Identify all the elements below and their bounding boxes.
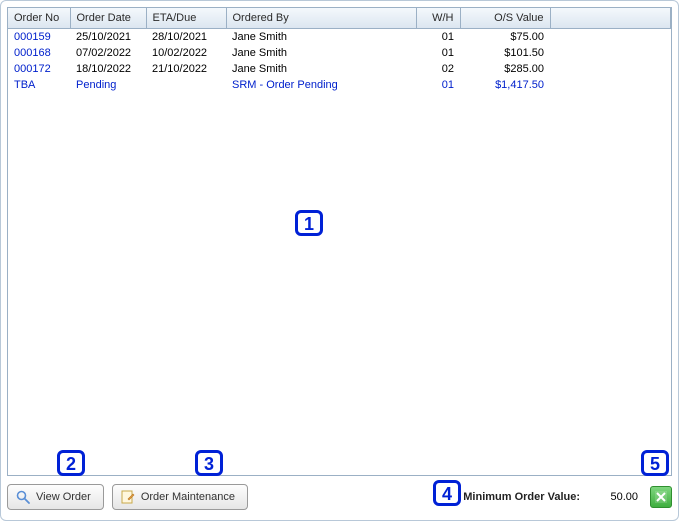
view-order-button[interactable]: View Order <box>7 484 104 510</box>
cell-ordered-by: Jane Smith <box>226 29 416 46</box>
cell-wh: 01 <box>416 45 460 61</box>
cell-pad <box>550 45 671 61</box>
cell-os-value: $1,417.50 <box>460 77 550 93</box>
col-order-no[interactable]: Order No <box>8 8 70 29</box>
cell-pad <box>550 29 671 46</box>
cell-wh: 02 <box>416 61 460 77</box>
excel-icon <box>654 490 668 504</box>
cell-os-value: $101.50 <box>460 45 550 61</box>
col-eta[interactable]: ETA/Due <box>146 8 226 29</box>
cell-eta <box>146 77 226 93</box>
col-osv[interactable]: O/S Value <box>460 8 550 29</box>
callout-5: 5 <box>641 450 669 476</box>
order-maintenance-label: Order Maintenance <box>141 491 235 503</box>
callout-3: 3 <box>195 450 223 476</box>
toolbar: View Order Order Maintenance Minimum Ord… <box>7 480 672 514</box>
orders-table-panel: Order No Order Date ETA/Due Ordered By W… <box>7 7 672 476</box>
table-row[interactable]: TBAPending SRM - Order Pending01$1,417.50 <box>8 77 671 93</box>
cell-order-date: 18/10/2022 <box>70 61 146 77</box>
cell-eta: 10/02/2022 <box>146 45 226 61</box>
cell-ordered-by: SRM - Order Pending <box>226 77 416 93</box>
min-order-value: 50.00 <box>594 491 642 503</box>
cell-order-date: Pending <box>70 77 146 93</box>
cell-os-value: $75.00 <box>460 29 550 46</box>
cell-order-date: 07/02/2022 <box>70 45 146 61</box>
cell-order-no: 000172 <box>8 61 70 77</box>
export-excel-button[interactable] <box>650 486 672 508</box>
cell-pad <box>550 61 671 77</box>
cell-wh: 01 <box>416 29 460 46</box>
order-maintenance-button[interactable]: Order Maintenance <box>112 484 248 510</box>
cell-order-no: 000159 <box>8 29 70 46</box>
cell-order-date: 25/10/2021 <box>70 29 146 46</box>
cell-os-value: $285.00 <box>460 61 550 77</box>
view-order-label: View Order <box>36 491 91 503</box>
col-wh[interactable]: W/H <box>416 8 460 29</box>
orders-table: Order No Order Date ETA/Due Ordered By W… <box>8 8 671 93</box>
col-order-date[interactable]: Order Date <box>70 8 146 29</box>
cell-eta: 21/10/2022 <box>146 61 226 77</box>
orders-window: Order No Order Date ETA/Due Ordered By W… <box>0 0 679 521</box>
cell-pad <box>550 77 671 93</box>
cell-eta: 28/10/2021 <box>146 29 226 46</box>
table-row[interactable]: 00015925/10/202128/10/2021Jane Smith01$7… <box>8 29 671 46</box>
table-row[interactable]: 00016807/02/202210/02/2022Jane Smith01$1… <box>8 45 671 61</box>
callout-1: 1 <box>295 210 323 236</box>
cell-order-no: TBA <box>8 77 70 93</box>
col-pad <box>550 8 671 29</box>
magnifier-icon <box>16 490 30 504</box>
col-ordered-by[interactable]: Ordered By <box>226 8 416 29</box>
callout-2: 2 <box>57 450 85 476</box>
callout-4: 4 <box>433 480 461 506</box>
edit-sheet-icon <box>121 490 135 504</box>
cell-ordered-by: Jane Smith <box>226 61 416 77</box>
table-row[interactable]: 00017218/10/202221/10/2022Jane Smith02$2… <box>8 61 671 77</box>
min-order-label: Minimum Order Value: <box>463 491 580 503</box>
cell-wh: 01 <box>416 77 460 93</box>
table-header-row: Order No Order Date ETA/Due Ordered By W… <box>8 8 671 29</box>
cell-ordered-by: Jane Smith <box>226 45 416 61</box>
cell-order-no: 000168 <box>8 45 70 61</box>
